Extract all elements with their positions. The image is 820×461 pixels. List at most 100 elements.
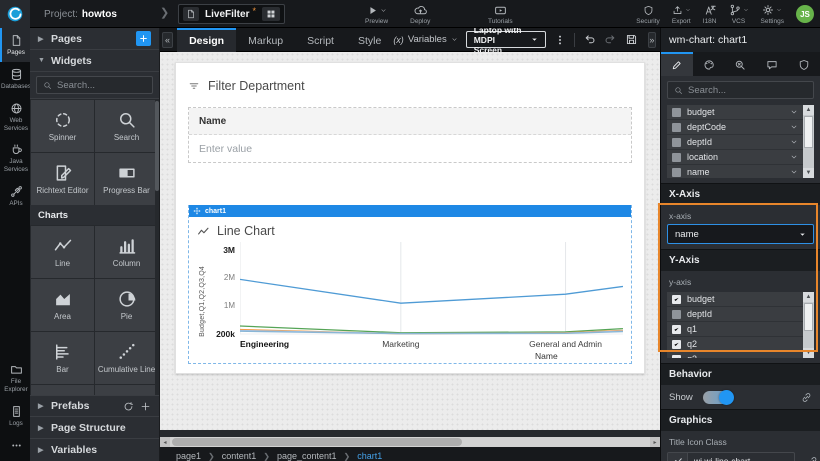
option-row-budget[interactable]: budget xyxy=(667,105,803,120)
unchecked-checkbox[interactable] xyxy=(672,108,681,117)
prefabs-section-header[interactable]: ▶ Prefabs xyxy=(30,395,159,417)
collapse-right-panel-button[interactable]: » xyxy=(648,32,656,48)
y-axis-list-scrollbar[interactable]: ▲ ▼ xyxy=(803,292,814,358)
unchecked-checkbox[interactable] xyxy=(672,123,681,132)
variables-section-header[interactable]: ▶ Variables xyxy=(30,439,159,461)
canvas-tab-script[interactable]: Script xyxy=(295,28,346,52)
save-button[interactable] xyxy=(625,33,638,46)
canvas-tab-markup[interactable]: Markup xyxy=(236,28,295,52)
device-selector[interactable]: Laptop with MDPI Screen xyxy=(466,31,547,48)
widget-tile-area[interactable]: Area xyxy=(31,279,94,331)
undo-button[interactable] xyxy=(583,33,596,46)
checked-checkbox[interactable] xyxy=(672,295,681,304)
breadcrumb-item-page-content1[interactable]: page_content1 xyxy=(277,451,337,461)
rail-item-pages[interactable]: Pages xyxy=(0,28,30,62)
properties-tab-comments-icon[interactable] xyxy=(756,52,788,76)
option-row-deptid[interactable]: deptId xyxy=(667,135,803,150)
page-layout-grid-icon[interactable] xyxy=(262,7,280,21)
widget-search-input[interactable]: Search... xyxy=(36,76,153,94)
name-field-input[interactable] xyxy=(199,143,621,155)
design-canvas[interactable]: Filter Department Name chart1 xyxy=(160,52,660,430)
breadcrumb-item-content1[interactable]: content1 xyxy=(222,451,257,461)
widget-tile-search[interactable]: Search xyxy=(95,100,158,152)
chevron-down-icon[interactable] xyxy=(790,123,798,131)
settings-button[interactable]: Settings xyxy=(761,4,785,25)
vcs-button[interactable]: VCS xyxy=(729,4,749,25)
breadcrumb-item-page1[interactable]: page1 xyxy=(176,451,201,461)
wavemaker-logo[interactable] xyxy=(0,0,30,28)
properties-tab-styles-palette-icon[interactable] xyxy=(693,52,725,76)
properties-tab-inspect-icon[interactable] xyxy=(725,52,757,76)
redo-button[interactable] xyxy=(604,33,617,46)
show-toggle[interactable] xyxy=(703,391,733,404)
unchecked-checkbox[interactable] xyxy=(672,138,681,147)
rail-item-databases[interactable]: Databases xyxy=(0,62,30,96)
widget-list-scrollbar[interactable] xyxy=(155,99,159,395)
scroll-up-arrow-icon[interactable]: ▲ xyxy=(803,105,814,115)
collapse-left-panel-button[interactable]: « xyxy=(162,32,173,48)
more-options-kebab-icon[interactable] xyxy=(554,34,566,46)
option-row-q1[interactable]: q1 xyxy=(667,322,803,337)
canvas-tab-design[interactable]: Design xyxy=(177,28,236,52)
rail-item-logs[interactable]: Logs xyxy=(0,399,30,433)
open-page-tab[interactable]: LiveFilter * xyxy=(178,4,285,24)
rail-item-file-explorer[interactable]: File Explorer xyxy=(0,357,30,399)
chevron-down-icon[interactable] xyxy=(790,168,798,176)
canvas-tab-style[interactable]: Style xyxy=(346,28,393,52)
variables-button[interactable]: (x) Variables xyxy=(393,34,457,45)
bind-property-icon[interactable] xyxy=(807,456,818,461)
export-button[interactable]: Export xyxy=(672,4,691,25)
widget-tile-spinner[interactable]: Spinner xyxy=(31,100,94,152)
rail-item-web-services[interactable]: Web Services xyxy=(0,96,30,138)
scroll-down-arrow-icon[interactable]: ▼ xyxy=(803,348,814,358)
widget-tile-gauge-chart-icon[interactable] xyxy=(31,385,94,395)
rail-item-more[interactable] xyxy=(0,433,30,457)
checked-checkbox[interactable] xyxy=(672,340,681,349)
page-structure-section-header[interactable]: ▶ Page Structure xyxy=(30,417,159,439)
i18n-button[interactable]: I18N xyxy=(703,4,717,25)
chart-widget[interactable]: chart1 Line Chart Budget,Q1,Q2,Q3,Q4 3M2… xyxy=(188,205,632,364)
option-row-q2[interactable]: q2 xyxy=(667,337,803,352)
title-icon-class-input[interactable]: wi wi-line-chart xyxy=(667,452,795,461)
option-row-q3[interactable]: q3 xyxy=(667,352,803,358)
widget-tile-pie[interactable]: Pie xyxy=(95,279,158,331)
deploy-button[interactable]: Deploy xyxy=(410,4,430,25)
widgets-section-header[interactable]: ▼ Widgets xyxy=(30,50,159,72)
widget-tile-progress-bar[interactable]: Progress Bar xyxy=(95,153,158,205)
option-row-budget[interactable]: budget xyxy=(667,292,803,307)
option-row-name[interactable]: name xyxy=(667,165,803,178)
prefabs-add-icon[interactable] xyxy=(140,401,151,412)
prefabs-refresh-icon[interactable] xyxy=(123,401,134,412)
pages-section-header[interactable]: ▶ Pages xyxy=(30,28,159,50)
unchecked-checkbox[interactable] xyxy=(672,168,681,177)
breadcrumb-item-chart1[interactable]: chart1 xyxy=(357,451,382,461)
properties-search-input[interactable]: Search... xyxy=(667,81,814,99)
bind-property-icon[interactable] xyxy=(801,392,812,403)
rail-item-java-services[interactable]: Java Services xyxy=(0,137,30,179)
scroll-left-arrow-icon[interactable]: ◂ xyxy=(160,437,170,447)
user-avatar[interactable]: JS xyxy=(796,5,814,23)
scroll-right-arrow-icon[interactable]: ▸ xyxy=(650,437,660,447)
preview-button[interactable]: Preview xyxy=(365,4,388,25)
checked-checkbox[interactable] xyxy=(672,355,681,359)
widget-tile-bubble-chart-icon[interactable] xyxy=(95,385,158,395)
security-button[interactable]: Security xyxy=(636,4,659,25)
fields-list-scrollbar[interactable]: ▲ ▼ xyxy=(803,105,814,178)
scroll-down-arrow-icon[interactable]: ▼ xyxy=(803,168,814,178)
option-row-location[interactable]: location xyxy=(667,150,803,165)
widget-tile-bar[interactable]: Bar xyxy=(31,332,94,384)
chevron-down-icon[interactable] xyxy=(790,153,798,161)
widget-tile-cumulative-line[interactable]: Cumulative Line xyxy=(95,332,158,384)
chevron-down-icon[interactable] xyxy=(790,138,798,146)
scroll-up-arrow-icon[interactable]: ▲ xyxy=(803,292,814,302)
add-page-button[interactable] xyxy=(136,31,151,46)
line-chart[interactable]: Line Chart Budget,Q1,Q2,Q3,Q4 3M2M1M200k… xyxy=(189,217,631,363)
move-handle-icon[interactable] xyxy=(193,207,201,215)
project-name[interactable]: Project: howtos xyxy=(44,0,117,28)
widget-list-scroll-area[interactable]: SpinnerSearchRichtext EditorProgress Bar… xyxy=(30,99,159,395)
x-axis-select[interactable]: name xyxy=(667,224,814,244)
unchecked-checkbox[interactable] xyxy=(672,310,681,319)
checked-checkbox[interactable] xyxy=(672,325,681,334)
properties-tab-security-shield-icon[interactable] xyxy=(788,52,820,76)
widget-tile-richtext-editor[interactable]: Richtext Editor xyxy=(31,153,94,205)
